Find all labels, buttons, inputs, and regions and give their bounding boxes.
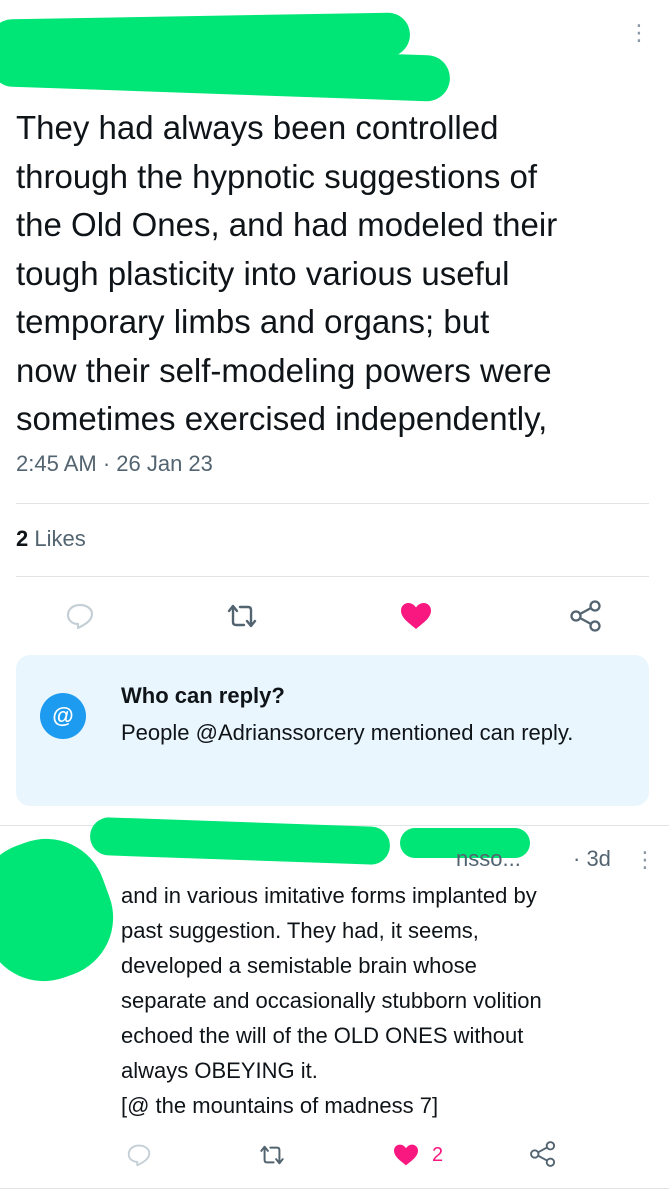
likes-count[interactable]: 2 Likes — [16, 526, 86, 552]
reply-author-handle[interactable]: nsso... — [456, 846, 521, 872]
like-button[interactable] — [396, 598, 436, 634]
who-can-reply-notice: @ Who can reply? People @Adrianssorcery … — [16, 655, 649, 806]
likes-label: Likes — [34, 526, 86, 551]
share-icon — [570, 600, 601, 632]
speech-bubble-icon — [66, 603, 94, 630]
reply-reply-button[interactable] — [124, 1140, 154, 1170]
reply-share-button[interactable] — [528, 1138, 558, 1170]
heart-icon — [394, 1144, 418, 1166]
reply-retweet-button[interactable] — [255, 1140, 289, 1170]
share-icon — [530, 1141, 556, 1167]
more-options-icon[interactable]: ⋮ — [628, 22, 650, 44]
likes-number: 2 — [16, 526, 29, 551]
notice-body: People @Adrianssorcery mentioned can rep… — [121, 720, 574, 745]
retweet-icon — [227, 604, 257, 628]
tweet-text: They had always been controlled through … — [16, 109, 558, 437]
reply-text: and in various imitative forms implanted… — [121, 883, 542, 1118]
notice-title: Who can reply? — [121, 683, 285, 708]
reply-button[interactable] — [60, 598, 100, 634]
speech-bubble-icon — [127, 1144, 151, 1167]
share-button[interactable] — [566, 598, 606, 634]
reply-like-count: 2 — [432, 1143, 444, 1166]
divider — [0, 1188, 669, 1189]
tweet-timestamp[interactable]: 2:45 AM · 26 Jan 23 — [16, 451, 213, 477]
retweet-icon — [260, 1145, 284, 1165]
heart-icon — [401, 603, 431, 629]
reply-timestamp[interactable]: · 3d — [573, 846, 611, 872]
reply-like-button[interactable]: 2 — [392, 1140, 452, 1170]
divider — [16, 576, 649, 577]
reply-more-options-icon[interactable]: ⋮ — [634, 849, 656, 871]
divider — [16, 503, 649, 504]
retweet-button[interactable] — [222, 598, 262, 634]
mention-badge-icon: @ — [40, 693, 86, 739]
